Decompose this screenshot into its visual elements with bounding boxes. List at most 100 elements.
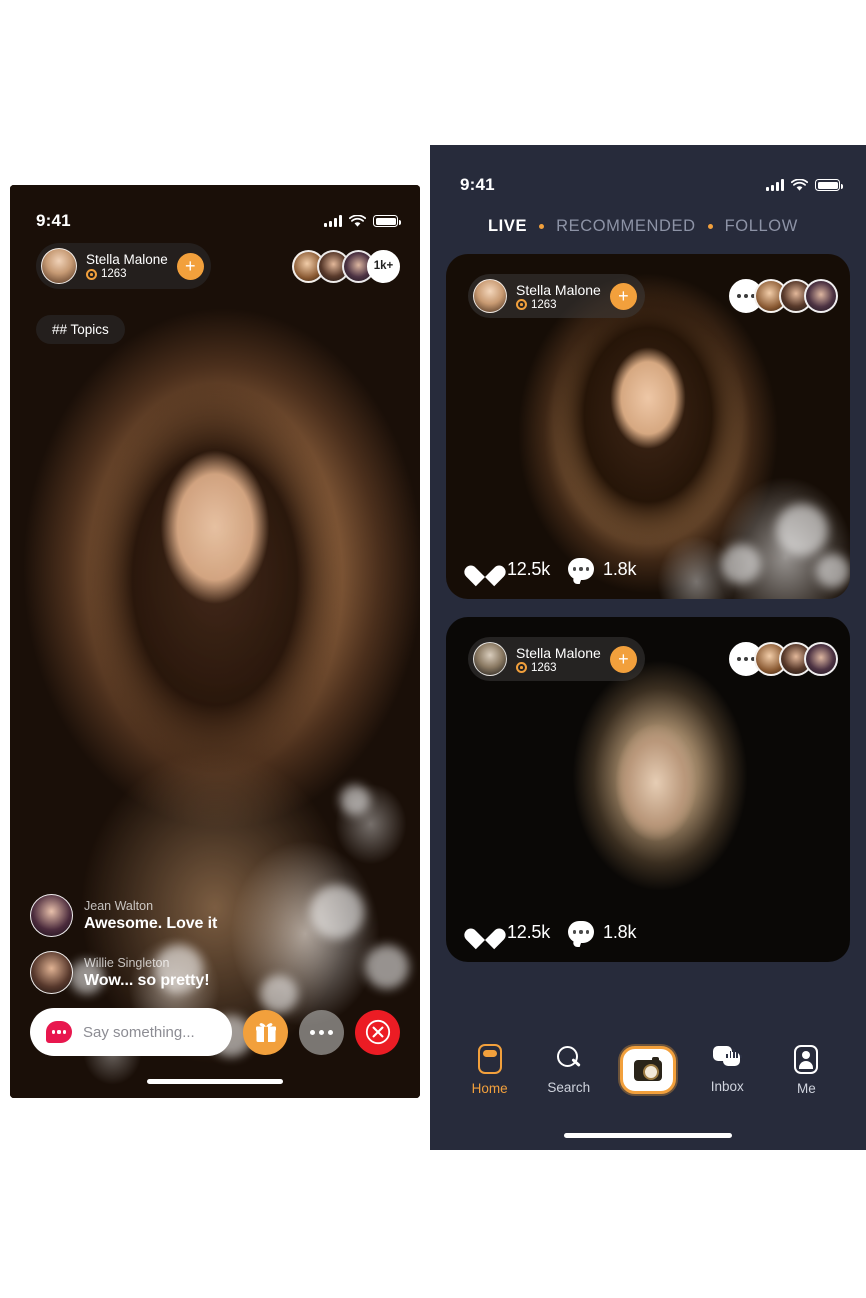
card-header: Stella Malone 1263 + <box>468 274 838 318</box>
bokeh-light <box>776 504 828 556</box>
gift-icon <box>255 1023 276 1042</box>
comment-count: 1.8k <box>603 921 637 942</box>
host-avatar <box>41 248 77 284</box>
bokeh-light <box>340 785 370 815</box>
nav-label-home: Home <box>471 1081 508 1096</box>
nav-label-me: Me <box>797 1080 816 1096</box>
comment-stat[interactable]: 1.8k <box>568 921 636 943</box>
wifi-icon <box>791 178 808 191</box>
follow-host-button[interactable]: + <box>609 645 637 673</box>
host-viewers: 1263 <box>516 299 601 311</box>
nav-item-camera[interactable] <box>608 1046 687 1094</box>
chat-message-row: Jean Walton Awesome. Love it <box>30 894 217 937</box>
status-indicators <box>766 178 843 192</box>
right-status-bar: 9:41 <box>430 145 866 207</box>
host-info-pill[interactable]: Stella Malone 1263 + <box>468 637 645 681</box>
follow-host-button[interactable]: + <box>176 252 204 280</box>
viewer-count: 1263 <box>531 298 557 311</box>
gift-button[interactable] <box>243 1009 288 1055</box>
host-name: Stella Malone <box>516 281 601 298</box>
say-something-placeholder: Say something... <box>83 1023 195 1041</box>
like-stat[interactable]: 12.5k <box>472 920 550 944</box>
tab-separator-dot-icon <box>707 224 713 229</box>
nav-label-search: Search <box>547 1080 591 1095</box>
home-indicator <box>564 1133 732 1138</box>
like-count: 12.5k <box>507 921 551 942</box>
left-phone-live-screen: 9:41 Stella Malone 1263 + 1k+ ## Topics … <box>10 185 420 1098</box>
tab-recommended[interactable]: RECOMMENDED <box>556 217 696 236</box>
host-name: Stella Malone <box>516 644 601 661</box>
chat-message-body: Willie Singleton Wow... so pretty! <box>84 956 210 990</box>
nav-label-inbox: Inbox <box>710 1079 744 1094</box>
battery-full-icon <box>815 179 843 191</box>
comment-count: 1.8k <box>603 558 637 579</box>
nav-item-home[interactable]: Home <box>450 1044 529 1096</box>
host-meta: Stella Malone 1263 <box>86 251 168 280</box>
host-name: Stella Malone <box>86 251 168 267</box>
heart-icon <box>472 557 498 581</box>
tab-separator-dot-icon <box>539 224 545 229</box>
say-something-input[interactable]: Say something... <box>30 1008 232 1056</box>
viewer-count: 1263 <box>531 661 557 674</box>
live-top-row: Stella Malone 1263 + 1k+ <box>36 243 400 289</box>
bokeh-light <box>721 544 761 584</box>
wifi-icon <box>349 214 366 227</box>
tab-live[interactable]: LIVE <box>488 217 527 236</box>
live-chat-list: Jean Walton Awesome. Love it Willie Sing… <box>30 894 217 994</box>
host-avatar <box>473 642 507 676</box>
card-engagement-stats: 12.5k 1.8k <box>472 920 636 944</box>
card-viewer-stack[interactable] <box>729 279 838 313</box>
bottom-nav-bar: Home Search Inbox Me <box>430 1024 866 1116</box>
more-dots-icon <box>310 1029 315 1035</box>
host-info-pill[interactable]: Stella Malone 1263 + <box>468 274 645 318</box>
cellular-bars-icon <box>766 179 784 191</box>
close-stream-button[interactable] <box>355 1009 400 1055</box>
comment-bubble-icon <box>568 558 595 580</box>
host-info-pill[interactable]: Stella Malone 1263 + <box>36 243 211 289</box>
host-meta: Stella Malone 1263 <box>516 282 601 311</box>
screenshot-stage: 9:41 Stella Malone 1263 + 1k+ ## Topics … <box>0 0 866 1298</box>
feed-card[interactable]: Stella Malone 1263 + 12.5k 1.8k <box>446 254 850 599</box>
left-status-bar: 9:41 <box>10 185 420 241</box>
close-circle-icon <box>365 1019 390 1045</box>
nav-item-inbox[interactable]: Inbox <box>688 1046 767 1094</box>
viewer-avatar[interactable] <box>804 642 838 676</box>
live-composer-bar: Say something... <box>30 1008 400 1056</box>
chat-username: Jean Walton <box>84 898 154 913</box>
chat-text: Awesome. Love it <box>84 914 218 932</box>
card-viewer-stack[interactable] <box>729 642 838 676</box>
viewer-count: 1263 <box>101 268 127 281</box>
chat-user-avatar[interactable] <box>30 951 73 994</box>
eye-icon <box>516 662 527 673</box>
chat-message-body: Jean Walton Awesome. Love it <box>84 899 217 933</box>
comment-stat[interactable]: 1.8k <box>568 558 636 580</box>
camera-icon <box>620 1046 676 1094</box>
host-avatar <box>473 279 507 313</box>
more-options-button[interactable] <box>299 1009 344 1055</box>
chat-user-avatar[interactable] <box>30 894 73 937</box>
right-phone-feed-screen: 9:41 LIVE RECOMMENDED FOLLOW Stella Malo… <box>430 145 866 1150</box>
nav-item-me[interactable]: Me <box>767 1044 846 1096</box>
profile-icon <box>794 1044 819 1074</box>
tab-follow[interactable]: FOLLOW <box>725 217 798 236</box>
nav-item-search[interactable]: Search <box>529 1045 608 1095</box>
feed-tab-bar: LIVE RECOMMENDED FOLLOW <box>430 207 866 236</box>
more-dots-icon <box>328 1029 333 1035</box>
follow-host-button[interactable]: + <box>609 282 637 310</box>
comment-bubble-icon <box>568 921 595 943</box>
feed-card[interactable]: Stella Malone 1263 + 12.5k 1.8k <box>446 617 850 962</box>
search-icon <box>556 1045 582 1073</box>
eye-icon <box>86 268 97 280</box>
viewer-avatar-stack[interactable]: 1k+ <box>292 249 400 283</box>
viewer-count-badge[interactable]: 1k+ <box>367 249 400 283</box>
like-stat[interactable]: 12.5k <box>472 557 550 581</box>
host-viewers: 1263 <box>86 268 168 280</box>
status-indicators <box>324 214 401 228</box>
topics-pill[interactable]: ## Topics <box>36 315 125 344</box>
status-time: 9:41 <box>460 175 495 194</box>
cellular-bars-icon <box>324 215 342 227</box>
viewer-avatar[interactable] <box>804 279 838 313</box>
heart-icon <box>472 920 498 944</box>
status-time: 9:41 <box>36 211 71 230</box>
home-indicator <box>147 1079 283 1084</box>
